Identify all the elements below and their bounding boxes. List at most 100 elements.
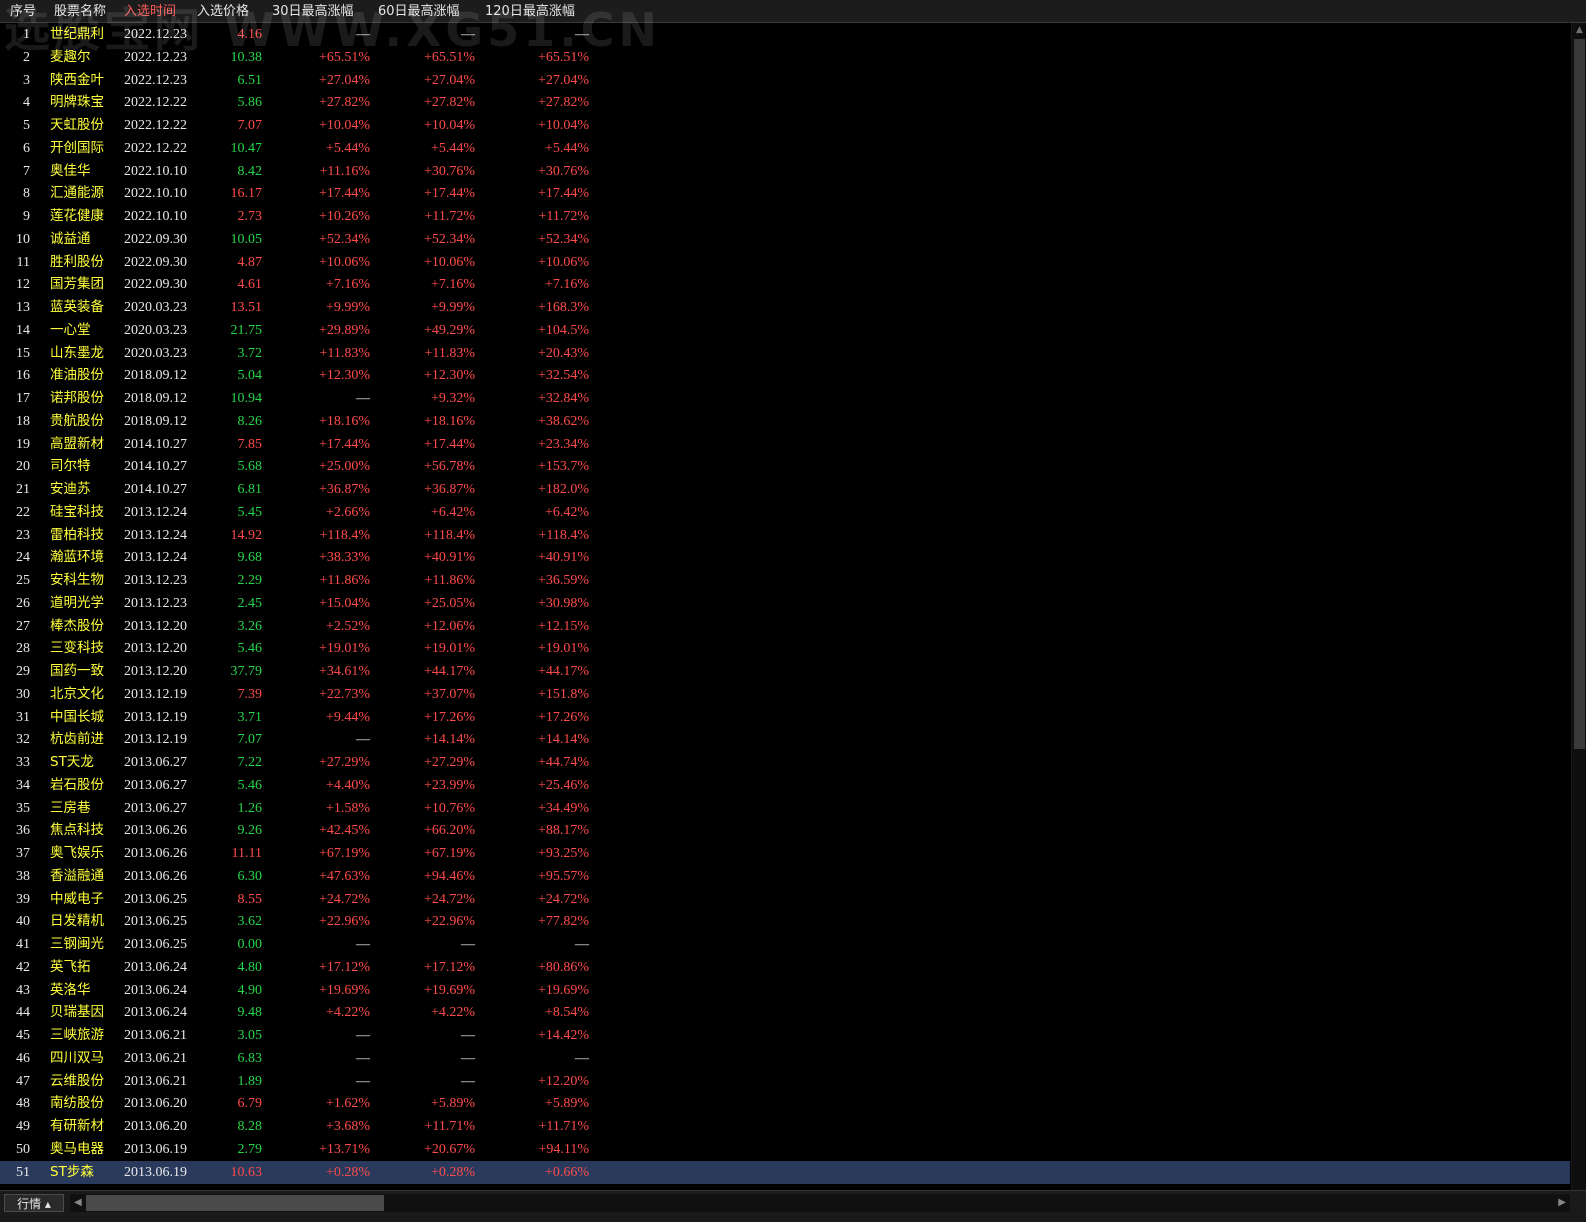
table-row[interactable]: 25 安科生物 2013.12.23 2.29 +11.86% +11.86% +36.59… (0, 569, 1570, 592)
table-row[interactable]: 50 奥马电器 2013.06.19 2.79 +13.71% +20.67% +94.11… (0, 1138, 1570, 1161)
header-col-gain-120d[interactable]: 120日最高涨幅 (485, 0, 575, 23)
row-index: 35 (16, 800, 30, 816)
table-row[interactable]: 38 香溢融通 2013.06.26 6.30 +47.63% +94.46% +95.57… (0, 865, 1570, 888)
table-row[interactable]: 15 山东墨龙 2020.03.23 3.72 +11.83% +11.83% +20.43… (0, 342, 1570, 365)
gain-120d: +93.25% (537, 846, 589, 861)
select-price: 8.28 (237, 1119, 263, 1134)
select-date: 2020.03.23 (124, 300, 187, 315)
table-row[interactable]: 27 棒杰股份 2013.12.20 3.26 +2.52% +12.06% +12.15% (0, 615, 1570, 638)
header-col-index[interactable]: 序号 (10, 0, 36, 23)
gain-60d: — (461, 27, 475, 42)
table-row[interactable]: 3 陕西金叶 2022.12.23 6.51 +27.04% +27.04% +27.04% (0, 69, 1570, 92)
header-col-gain-60d[interactable]: 60日最高涨幅 (378, 0, 460, 23)
gain-60d: +24.72% (423, 891, 475, 907)
table-row[interactable]: 20 司尔特 2014.10.27 5.68 +25.00% +56.78% +153.7% (0, 455, 1570, 478)
select-date: 2022.10.10 (124, 186, 187, 202)
table-row[interactable]: 12 国芳集团 2022.09.30 4.61 +7.16% +7.16% +7.16% (0, 273, 1570, 296)
table-row[interactable]: 16 准油股份 2018.09.12 5.04 +12.30% +12.30% +32.54… (0, 364, 1570, 387)
vertical-scroll-thumb[interactable] (1574, 39, 1585, 749)
select-date: 2013.06.19 (124, 1141, 187, 1157)
gain-60d: +10.06% (423, 254, 475, 270)
table-row[interactable]: 44 贝瑞基因 2013.06.24 9.48 +4.22% +4.22% +8.54% (0, 1001, 1570, 1024)
gain-60d: +66.20% (423, 823, 475, 839)
table-row[interactable]: 6 开创国际 2022.12.22 10.47 +5.44% +5.44% +5.44% (0, 137, 1570, 160)
gain-60d: +22.96% (423, 914, 475, 930)
gain-60d: +11.86% (424, 573, 475, 588)
table-row[interactable]: 9 莲花健康 2022.10.10 2.73 +10.26% +11.72% +11.72% (0, 205, 1570, 228)
table-row[interactable]: 22 硅宝科技 2013.12.24 5.45 +2.66% +6.42% +6.42% (0, 501, 1570, 524)
table-row[interactable]: 13 蓝英装备 2020.03.23 13.51 +9.99% +9.99% +168.3% (0, 296, 1570, 319)
select-date: 2022.12.22 (124, 118, 187, 133)
gain-30d: +15.04% (318, 595, 370, 611)
table-row[interactable]: 5 天虹股份 2022.12.22 7.07 +10.04% +10.04% +10.04% (0, 114, 1570, 137)
gain-30d: +38.33% (318, 550, 370, 566)
select-date: 2013.06.21 (124, 1028, 187, 1043)
table-row[interactable]: 29 国药一致 2013.12.20 37.79 +34.61% +44.17% +44.1… (0, 660, 1570, 683)
table-row[interactable]: 23 雷柏科技 2013.12.24 14.92 +118.4% +118.4% +118.… (0, 524, 1570, 547)
table-row[interactable]: 45 三峡旅游 2013.06.21 3.05 — — +14.42% (0, 1024, 1570, 1047)
select-date: 2013.06.25 (124, 891, 187, 907)
gain-60d: +19.69% (423, 982, 475, 998)
table-row[interactable]: 17 诺邦股份 2018.09.12 10.94 — +9.32% +32.84% (0, 387, 1570, 410)
quotes-tab[interactable]: 行情 ▴ (4, 1194, 64, 1212)
stock-name: 奥飞娱乐 (50, 845, 104, 861)
vertical-scrollbar[interactable]: ▲ ▼ (1571, 23, 1586, 1203)
table-row[interactable]: 37 奥飞娱乐 2013.06.26 11.11 +67.19% +67.19% +93.2… (0, 842, 1570, 865)
select-date: 2013.06.26 (124, 823, 187, 839)
gain-60d: +65.51% (423, 49, 475, 65)
horizontal-scroll-thumb[interactable] (86, 1195, 384, 1211)
table-row[interactable]: 18 贵航股份 2018.09.12 8.26 +18.16% +18.16% +38.62… (0, 410, 1570, 433)
table-row[interactable]: 7 奥佳华 2022.10.10 8.42 +11.16% +30.76% +30.76% (0, 160, 1570, 183)
gain-30d: +2.52% (325, 618, 370, 634)
table-row[interactable]: 8 汇通能源 2022.10.10 16.17 +17.44% +17.44% +17.44… (0, 182, 1570, 205)
scroll-left-icon[interactable]: ◀ (74, 1194, 82, 1212)
select-price: 5.04 (237, 368, 263, 384)
stock-name: 日发精机 (50, 913, 104, 930)
scroll-right-icon[interactable]: ▶ (1558, 1194, 1566, 1212)
header-col-select-date[interactable]: 入选时间 (124, 0, 176, 23)
table-row[interactable]: 34 岩石股份 2013.06.27 5.46 +4.40% +23.99% +25.46% (0, 774, 1570, 797)
table-row[interactable]: 19 高盟新材 2014.10.27 7.85 +17.44% +17.44% +23.34… (0, 433, 1570, 456)
table-row[interactable]: 48 南纺股份 2013.06.20 6.79 +1.62% +5.89% +5.89% (0, 1092, 1570, 1115)
table-row[interactable]: 33 ST天龙 2013.06.27 7.22 +27.29% +27.29% +44.74… (0, 751, 1570, 774)
select-price: 13.51 (230, 300, 263, 315)
select-price: 1.26 (237, 800, 263, 816)
table-row[interactable]: 14 一心堂 2020.03.23 21.75 +29.89% +49.29% +104.5… (0, 319, 1570, 342)
table-row[interactable]: 51 ST步森 2013.06.19 10.63 +0.28% +0.28% +0.66% (0, 1160, 1570, 1184)
gain-60d: +27.29% (423, 755, 475, 770)
table-row[interactable]: 39 中威电子 2013.06.25 8.55 +24.72% +24.72% +24.72… (0, 888, 1570, 911)
table-row[interactable]: 32 杭齿前进 2013.12.19 7.07 — +14.14% +14.14% (0, 728, 1570, 751)
row-index: 11 (16, 254, 30, 270)
gain-60d: +118.4% (424, 527, 475, 543)
table-row[interactable]: 21 安迪苏 2014.10.27 6.81 +36.87% +36.87% +182.0% (0, 478, 1570, 501)
table-row[interactable]: 11 胜利股份 2022.09.30 4.87 +10.06% +10.06% +10.06… (0, 251, 1570, 274)
table-row[interactable]: 2 麦趣尔 2022.12.23 10.38 +65.51% +65.51% +65.51% (0, 46, 1570, 69)
table-row[interactable]: 41 三钢闽光 2013.06.25 0.00 — — — (0, 933, 1570, 956)
table-row[interactable]: 47 云维股份 2013.06.21 1.89 — — +12.20% (0, 1070, 1570, 1093)
header-col-name[interactable]: 股票名称 (54, 0, 106, 23)
scroll-up-icon[interactable]: ▲ (1572, 23, 1586, 37)
row-index: 34 (16, 777, 30, 793)
gain-60d: +14.14% (423, 732, 475, 748)
table-row[interactable]: 35 三房巷 2013.06.27 1.26 +1.58% +10.76% +34.49% (0, 797, 1570, 820)
table-row[interactable]: 10 诚益通 2022.09.30 10.05 +52.34% +52.34% +52.34… (0, 228, 1570, 251)
table-row[interactable]: 40 日发精机 2013.06.25 3.62 +22.96% +22.96% +77.82… (0, 910, 1570, 933)
table-row[interactable]: 1 世纪鼎利 2022.12.23 4.16 — — — (0, 23, 1570, 46)
horizontal-scrollbar[interactable]: ◀ ▶ (70, 1194, 1570, 1212)
table-row[interactable]: 46 四川双马 2013.06.21 6.83 — — — (0, 1047, 1570, 1070)
select-date: 2013.06.27 (124, 800, 187, 816)
table-row[interactable]: 43 英洛华 2013.06.24 4.90 +19.69% +19.69% +19.69% (0, 979, 1570, 1002)
table-row[interactable]: 4 明牌珠宝 2022.12.22 5.86 +27.82% +27.82% +27.82% (0, 91, 1570, 114)
table-row[interactable]: 24 瀚蓝环境 2013.12.24 9.68 +38.33% +40.91% +40.91… (0, 546, 1570, 569)
table-row[interactable]: 28 三变科技 2013.12.20 5.46 +19.01% +19.01% +19.01… (0, 637, 1570, 660)
table-row[interactable]: 49 有研新材 2013.06.20 8.28 +3.68% +11.71% +11.71% (0, 1115, 1570, 1138)
table-row[interactable]: 42 英飞拓 2013.06.24 4.80 +17.12% +17.12% +80.86% (0, 956, 1570, 979)
gain-60d: +44.17% (423, 664, 475, 679)
header-col-select-price[interactable]: 入选价格 (197, 0, 249, 23)
table-row[interactable]: 30 北京文化 2013.12.19 7.39 +22.73% +37.07% +151.8… (0, 683, 1570, 706)
table-row[interactable]: 36 焦点科技 2013.06.26 9.26 +42.45% +66.20% +88.17… (0, 819, 1570, 842)
table-row[interactable]: 31 中国长城 2013.12.19 3.71 +9.44% +17.26% +17.26% (0, 706, 1570, 729)
table-row[interactable]: 26 道明光学 2013.12.23 2.45 +15.04% +25.05% +30.98… (0, 592, 1570, 615)
header-col-gain-30d[interactable]: 30日最高涨幅 (272, 0, 354, 23)
select-price: 10.47 (230, 140, 263, 156)
